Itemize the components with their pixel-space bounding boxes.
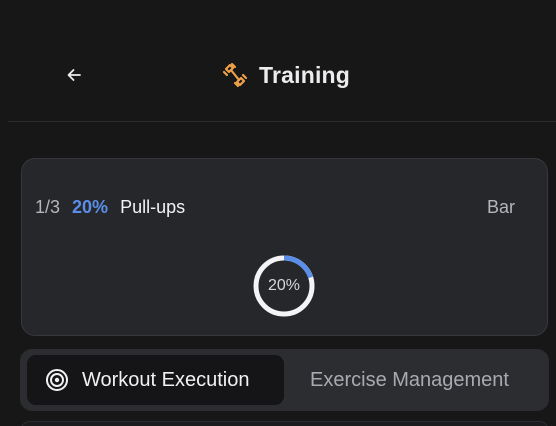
mode-tabs: Workout Execution Exercise Management [20,349,549,411]
tab-label: Exercise Management [310,368,509,391]
progress-ring: 20% [252,254,316,318]
exercise-name: Pull-ups [120,197,186,217]
current-exercise-card: 1/3 20% Pull-ups Bar 20% [21,158,548,336]
tab-exercise-management[interactable]: Exercise Management [310,355,509,405]
back-button[interactable] [58,60,90,90]
progress-percent: 20% [72,197,109,217]
content-panel-top [20,421,549,426]
tab-label: Workout Execution [82,368,250,391]
app-header: Training [8,0,556,122]
exercise-counter: 1/3 [35,197,61,217]
header-title-group: Training [220,58,350,92]
exercise-info-row: 1/3 20% Pull-ups Bar [35,197,515,218]
tab-workout-execution[interactable]: Workout Execution [27,355,284,405]
page-title: Training [259,61,351,88]
arrow-left-icon [67,69,81,81]
dumbbell-icon [220,60,250,90]
training-screen: Training 1/3 20% Pull-ups Bar 20% Workou… [0,0,556,426]
target-icon [45,368,69,392]
progress-ring-label: 20% [267,277,301,294]
equipment-label: Bar [486,197,515,217]
